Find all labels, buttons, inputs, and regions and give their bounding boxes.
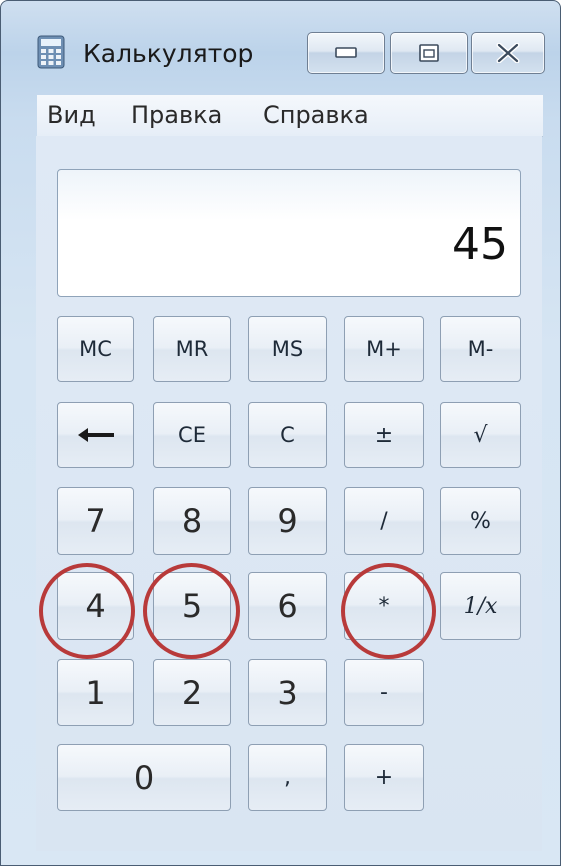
plus-minus-button[interactable]: ±: [344, 402, 424, 468]
decimal-label: ,: [284, 765, 291, 790]
close-icon: [496, 43, 520, 63]
mr-label: MR: [175, 337, 209, 361]
m-plus-button[interactable]: M+: [344, 316, 424, 382]
digit-9-button[interactable]: 9: [248, 487, 327, 555]
minimize-icon: [335, 47, 357, 58]
reciprocal-label: 1/x: [463, 593, 498, 619]
menu-view[interactable]: Вид: [47, 101, 96, 129]
decimal-button[interactable]: ,: [248, 744, 327, 811]
c-button[interactable]: C: [248, 402, 327, 468]
m-minus-label: M-: [467, 337, 494, 361]
digit-7-label: 7: [85, 502, 106, 540]
digit-0-button[interactable]: 0: [57, 744, 231, 811]
ms-label: MS: [271, 337, 304, 361]
plus-button[interactable]: +: [344, 744, 424, 811]
sqrt-button[interactable]: √: [440, 402, 521, 468]
digit-2-button[interactable]: 2: [153, 659, 231, 726]
minus-button[interactable]: -: [344, 659, 424, 726]
title-bar[interactable]: Калькулятор: [1, 1, 560, 93]
mc-label: MC: [79, 337, 112, 361]
menu-bar: Вид Правка Справка: [37, 95, 543, 137]
plus-label: +: [374, 765, 394, 790]
digit-8-label: 8: [181, 502, 203, 540]
m-plus-label: M+: [366, 337, 402, 361]
c-label: C: [280, 423, 295, 447]
mc-button[interactable]: MC: [57, 316, 134, 382]
sqrt-label: √: [473, 422, 488, 448]
digit-4-label: 4: [85, 587, 106, 625]
backspace-button[interactable]: [57, 402, 134, 468]
digit-2-label: 2: [181, 673, 203, 712]
minimize-button[interactable]: [307, 32, 385, 74]
m-minus-button[interactable]: M-: [440, 316, 521, 382]
digit-0-label: 0: [133, 758, 155, 797]
digit-5-label: 5: [181, 587, 203, 625]
digit-7-button[interactable]: 7: [57, 487, 134, 555]
percent-label: %: [470, 508, 491, 534]
calculator-icon: [37, 35, 65, 69]
percent-button[interactable]: %: [440, 487, 521, 555]
divide-label: /: [380, 508, 388, 534]
digit-1-label: 1: [85, 673, 106, 712]
digit-3-label: 3: [277, 673, 298, 712]
mr-button[interactable]: MR: [153, 316, 231, 382]
minus-label: -: [380, 680, 388, 705]
window-title: Калькулятор: [83, 39, 254, 68]
multiply-button[interactable]: *: [344, 572, 424, 640]
menu-help[interactable]: Справка: [263, 101, 369, 129]
digit-5-button[interactable]: 5: [153, 572, 231, 640]
display-value: 45: [452, 219, 508, 270]
digit-4-button[interactable]: 4: [57, 572, 134, 640]
reciprocal-button[interactable]: 1/x: [440, 572, 521, 640]
digit-8-button[interactable]: 8: [153, 487, 231, 555]
digit-9-label: 9: [277, 502, 298, 540]
maximize-icon: [419, 44, 439, 62]
multiply-label: *: [378, 593, 390, 619]
display: 45: [57, 169, 521, 297]
digit-6-button[interactable]: 6: [248, 572, 327, 640]
digit-3-button[interactable]: 3: [248, 659, 327, 726]
plus-minus-label: ±: [374, 422, 394, 448]
maximize-button[interactable]: [390, 32, 468, 74]
digit-6-label: 6: [277, 587, 298, 625]
ce-label: CE: [178, 423, 206, 447]
divide-button[interactable]: /: [344, 487, 424, 555]
ce-button[interactable]: CE: [153, 402, 231, 468]
close-button[interactable]: [471, 32, 545, 74]
backspace-arrow-icon: [77, 428, 114, 442]
ms-button[interactable]: MS: [248, 316, 327, 382]
menu-edit[interactable]: Правка: [131, 101, 222, 129]
digit-1-button[interactable]: 1: [57, 659, 134, 726]
